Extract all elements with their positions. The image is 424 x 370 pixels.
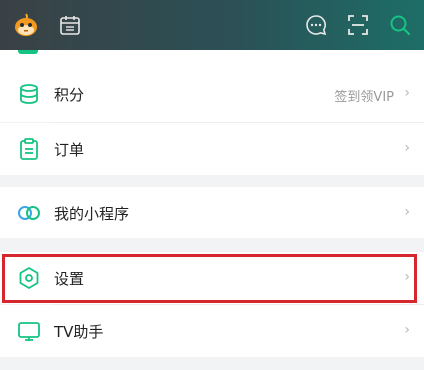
partial-list-item: [0, 50, 424, 66]
highlight-box: [2, 254, 417, 303]
menu-item-label: TV助手: [54, 323, 104, 341]
partial-item-icon: [18, 50, 38, 54]
menu-item-orders[interactable]: 订单 ›: [0, 123, 424, 175]
menu-item-tv-assistant[interactable]: TV助手 ›: [0, 305, 424, 357]
menu-item-points[interactable]: 积分 签到领VIP ›: [0, 66, 424, 122]
scan-icon[interactable]: [344, 11, 372, 39]
search-icon[interactable]: [386, 11, 414, 39]
chevron-right-icon: ›: [404, 322, 410, 338]
menu-item-label: 订单: [54, 141, 85, 159]
database-icon: [16, 81, 42, 107]
avatar-icon[interactable]: [12, 11, 40, 39]
message-icon[interactable]: [302, 11, 330, 39]
menu-item-label: 我的小程序: [54, 205, 130, 223]
menu-item-miniprograms[interactable]: 我的小程序 ›: [0, 187, 424, 238]
tv-icon: [16, 318, 42, 344]
calendar-icon[interactable]: [56, 11, 84, 39]
menu-item-label: 积分: [54, 86, 85, 104]
chevron-right-icon: ›: [404, 140, 410, 156]
top-bar: [0, 0, 424, 50]
chevron-right-icon: ›: [404, 85, 410, 101]
clipboard-icon: [16, 136, 42, 162]
menu-item-subtext: 签到领VIP: [334, 90, 394, 105]
chevron-right-icon: ›: [404, 204, 410, 220]
link-rings-icon: [16, 200, 42, 226]
